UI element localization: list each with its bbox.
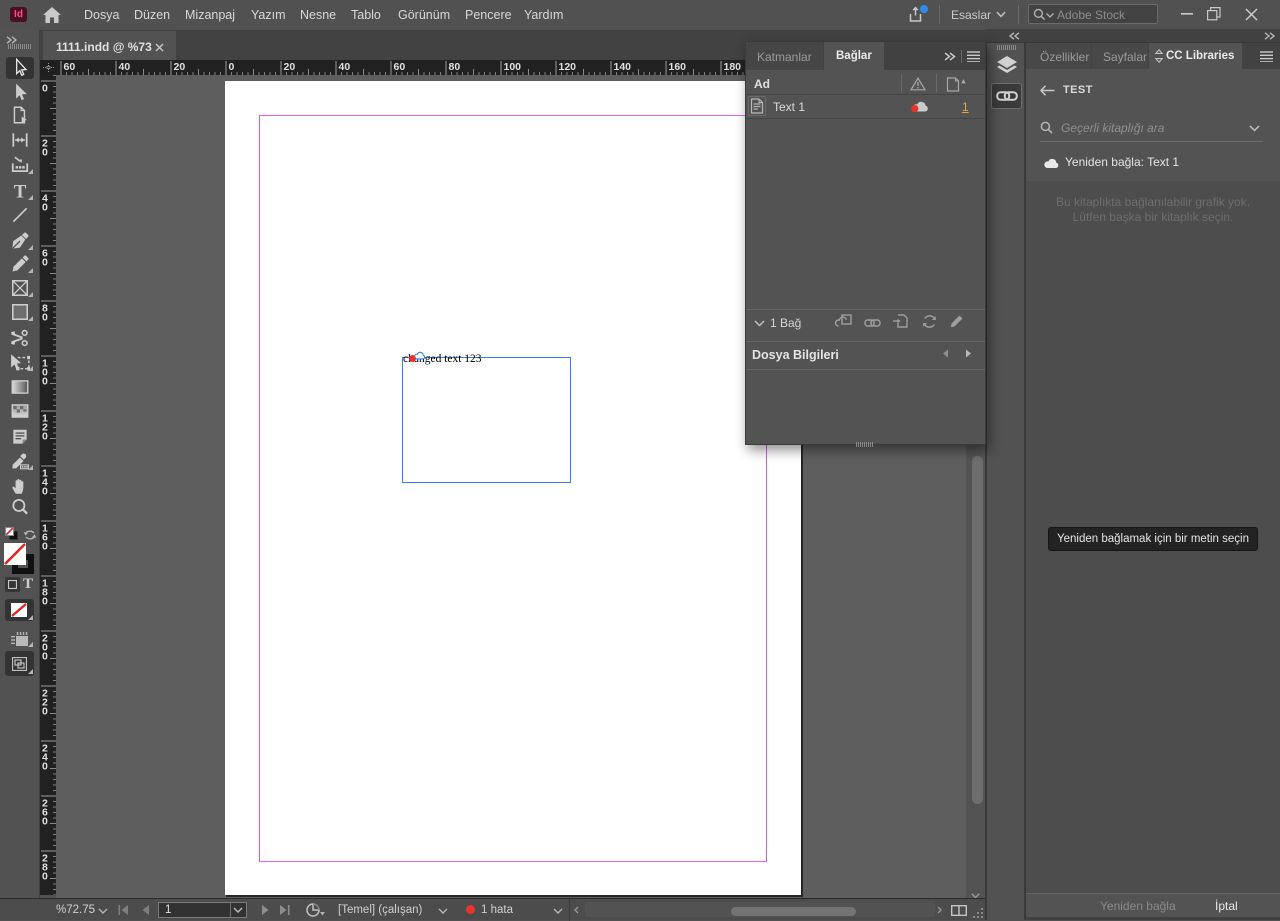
svg-text:T: T — [14, 182, 27, 201]
svg-text:0: 0 — [229, 61, 235, 73]
svg-text:180: 180 — [724, 61, 742, 73]
svg-text:60: 60 — [64, 61, 76, 73]
svg-text:0: 0 — [42, 431, 48, 443]
svg-text:160: 160 — [669, 61, 687, 73]
svg-text:0: 0 — [42, 871, 48, 883]
svg-text:0: 0 — [42, 376, 48, 388]
svg-text:0: 0 — [42, 651, 48, 663]
svg-text:140: 140 — [614, 61, 632, 73]
svg-text:0: 0 — [42, 83, 48, 95]
svg-text:0: 0 — [42, 147, 48, 159]
svg-text:0: 0 — [42, 312, 48, 324]
svg-text:100: 100 — [504, 61, 522, 73]
svg-text:0: 0 — [42, 486, 48, 498]
svg-text:40: 40 — [119, 61, 131, 73]
svg-text:0: 0 — [42, 706, 48, 718]
svg-text:60: 60 — [394, 61, 406, 73]
svg-text:120: 120 — [559, 61, 577, 73]
svg-text:40: 40 — [339, 61, 351, 73]
svg-text:0: 0 — [42, 257, 48, 269]
svg-text:80: 80 — [449, 61, 461, 73]
svg-text:0: 0 — [42, 202, 48, 214]
svg-text:0: 0 — [42, 541, 48, 553]
svg-text:20: 20 — [284, 61, 296, 73]
svg-text:0: 0 — [42, 761, 48, 773]
svg-text:20: 20 — [174, 61, 186, 73]
svg-text:0: 0 — [42, 596, 48, 608]
svg-text:0: 0 — [42, 816, 48, 828]
